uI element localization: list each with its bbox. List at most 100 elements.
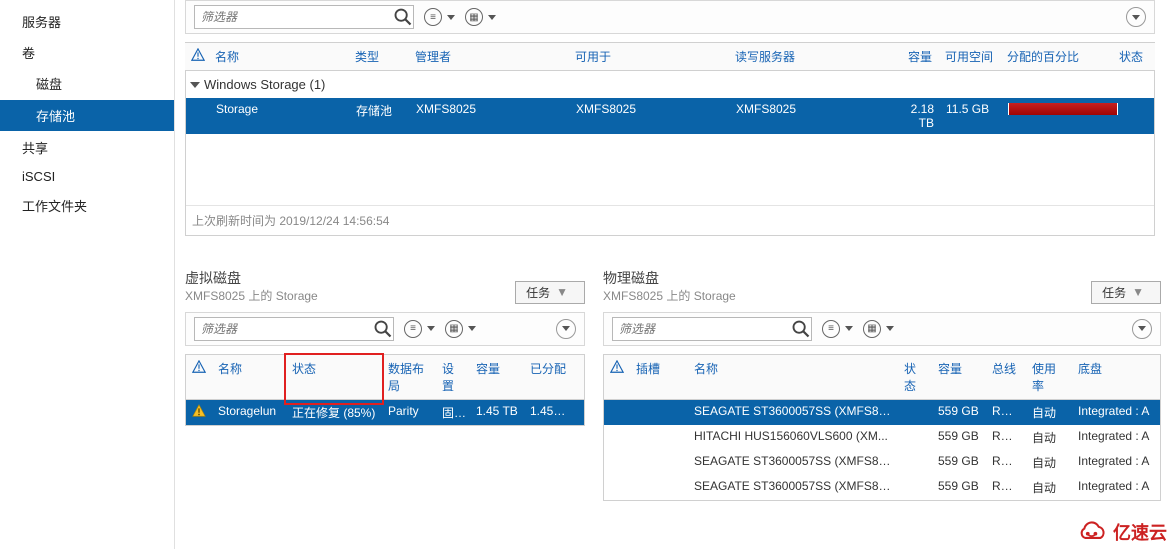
pd-col-slot[interactable]: 插槽 (630, 355, 688, 399)
pd-cell-chassis: Integrated : A (1072, 429, 1160, 446)
media-view-icon[interactable]: ▦ (445, 320, 476, 338)
sidebar-item-storage-pools[interactable]: 存储池 (0, 100, 174, 131)
vd-cell-alloc: 1.45 TB (524, 404, 572, 421)
pd-task-label: 任务 (1102, 284, 1126, 301)
expand-icon[interactable] (1132, 319, 1152, 339)
pd-cell-bus: RAID (986, 404, 1026, 421)
vd-col-capacity[interactable]: 容量 (470, 355, 524, 399)
sidebar: 服务器 卷 磁盘 存储池 共享 iSCSI 工作文件夹 (0, 0, 175, 549)
group-label: Windows Storage (1) (204, 77, 325, 92)
vd-filter-box (194, 317, 394, 341)
vd-col-status[interactable]: 状态 (286, 355, 382, 399)
cell-avail: XMFS8025 (570, 102, 730, 130)
pd-filter-box (612, 317, 812, 341)
col-rw[interactable]: 读写服务器 (729, 43, 887, 70)
sidebar-item-disks[interactable]: 磁盘 (0, 68, 174, 99)
vd-filter-input[interactable] (195, 318, 373, 340)
pd-cell-bus: RAID (986, 479, 1026, 496)
cell-managed: XMFS8025 (410, 102, 570, 130)
top-toolbar: ≡ ▦ (185, 0, 1155, 34)
vd-col-setting[interactable]: 设置 (436, 355, 470, 399)
pd-filter-input[interactable] (613, 318, 791, 340)
vd-task-button[interactable]: 任务 ▼ (515, 281, 585, 304)
main-content: ≡ ▦ 名称 类型 管理者 可用于 读写服务器 容量 可用空间 分配的百分比 状… (175, 0, 1173, 549)
sidebar-item-work-folders[interactable]: 工作文件夹 (0, 190, 174, 221)
pd-col-name[interactable]: 名称 (688, 355, 898, 399)
vd-col-name[interactable]: 名称 (212, 355, 286, 399)
pd-cell-capacity: 559 GB (932, 479, 986, 496)
pd-col-chassis[interactable]: 底盘 (1072, 355, 1160, 399)
table-row[interactable]: Storage 存储池 XMFS8025 XMFS8025 XMFS8025 2… (186, 98, 1154, 134)
watermark-text: 亿速云 (1113, 519, 1167, 545)
vd-col-layout[interactable]: 数据布局 (382, 355, 436, 399)
sidebar-item-volumes[interactable]: 卷 (0, 37, 174, 68)
search-icon[interactable] (791, 319, 811, 339)
col-type[interactable]: 类型 (349, 43, 409, 70)
cell-name: Storage (210, 102, 350, 130)
col-alloc[interactable]: 分配的百分比 (1001, 43, 1113, 70)
expand-icon[interactable] (556, 319, 576, 339)
pd-cell-status (898, 454, 932, 471)
media-view-icon[interactable]: ▦ (863, 320, 894, 338)
sidebar-item-servers[interactable]: 服务器 (0, 6, 174, 37)
vd-toolbar: ≡ ▦ (185, 312, 585, 346)
vd-cell-layout: Parity (382, 404, 436, 421)
top-grid-body: Windows Storage (1) Storage 存储池 XMFS8025… (185, 71, 1155, 236)
pd-cell-usage: 自动 (1026, 429, 1072, 446)
watermark: 亿速云 (1075, 519, 1167, 545)
pd-col-status[interactable]: 状态 (898, 355, 932, 399)
pd-cell-usage: 自动 (1026, 404, 1072, 421)
list-view-icon[interactable]: ≡ (822, 320, 853, 338)
vd-col-alloc[interactable]: 已分配 (524, 355, 572, 399)
table-row[interactable]: SEAGATE ST3600057SS (XMFS802...559 GBRAI… (604, 450, 1160, 475)
cell-alloc-bar (1002, 102, 1114, 130)
col-managed[interactable]: 管理者 (409, 43, 569, 70)
table-row[interactable]: HITACHI HUS156060VLS600 (XM...559 GBRAID… (604, 425, 1160, 450)
last-refresh-label: 上次刷新时间为 2019/12/24 14:56:54 (186, 205, 1154, 235)
group-row[interactable]: Windows Storage (1) (186, 71, 1154, 98)
vd-cell-status: 正在修复 (85%) (286, 404, 382, 421)
top-grid-header: 名称 类型 管理者 可用于 读写服务器 容量 可用空间 分配的百分比 状态 (185, 42, 1155, 71)
expand-triangle-icon (190, 82, 200, 88)
search-icon[interactable] (393, 7, 413, 27)
table-row[interactable]: SEAGATE ST3600057SS (XMFS802... 559 GBRAI… (604, 475, 1160, 500)
sidebar-item-iscsi[interactable]: iSCSI (0, 163, 174, 190)
pd-cell-name: SEAGATE ST3600057SS (XMFS802... (688, 454, 898, 471)
col-free[interactable]: 可用空间 (939, 43, 1001, 70)
vd-cell-name: Storagelun (212, 404, 286, 421)
pd-col-capacity[interactable]: 容量 (932, 355, 986, 399)
pd-cell-name: SEAGATE ST3600057SS (XMFS802... (688, 479, 898, 496)
pd-col-bus[interactable]: 总线 (986, 355, 1026, 399)
pd-task-button[interactable]: 任务 ▼ (1091, 281, 1161, 304)
pd-toolbar: ≡ ▦ (603, 312, 1161, 346)
pd-cell-chassis: Integrated : A (1072, 404, 1160, 421)
col-status[interactable]: 状态 (1113, 43, 1153, 70)
warning-column-icon (610, 360, 622, 372)
pd-cell-status (898, 429, 932, 446)
pd-cell-usage: 自动 (1026, 479, 1072, 496)
vd-grid: 名称 状态 数据布局 设置 容量 已分配 Storagelun 正在修复 (85… (185, 354, 585, 426)
vd-cell-capacity: 1.45 TB (470, 404, 524, 421)
list-view-icon[interactable]: ≡ (424, 8, 455, 26)
col-name[interactable]: 名称 (209, 43, 349, 70)
pd-cell-usage: 自动 (1026, 454, 1072, 471)
list-view-icon[interactable]: ≡ (404, 320, 435, 338)
pd-cell-capacity: 559 GB (932, 404, 986, 421)
sidebar-item-shares[interactable]: 共享 (0, 132, 174, 163)
vd-cell-setting: 固定 (436, 404, 470, 421)
col-capacity[interactable]: 容量 (887, 43, 939, 70)
col-avail[interactable]: 可用于 (569, 43, 729, 70)
table-row[interactable]: Storagelun 正在修复 (85%) Parity 固定 1.45 TB … (186, 400, 584, 425)
pd-title: 物理磁盘 (603, 270, 736, 287)
expand-icon[interactable] (1126, 7, 1146, 27)
filter-input[interactable] (195, 6, 393, 28)
pd-grid-header: 插槽 名称 状态 容量 总线 使用率 底盘 (604, 355, 1160, 400)
pd-col-usage[interactable]: 使用率 (1026, 355, 1072, 399)
pd-cell-chassis: Integrated : A (1072, 479, 1160, 496)
pd-cell-status (898, 404, 932, 421)
table-row[interactable]: SEAGATE ST3600057SS (XMFS802...559 GBRAI… (604, 400, 1160, 425)
vd-task-label: 任务 (526, 284, 550, 301)
pd-cell-capacity: 559 GB (932, 454, 986, 471)
media-view-icon[interactable]: ▦ (465, 8, 496, 26)
search-icon[interactable] (373, 319, 393, 339)
